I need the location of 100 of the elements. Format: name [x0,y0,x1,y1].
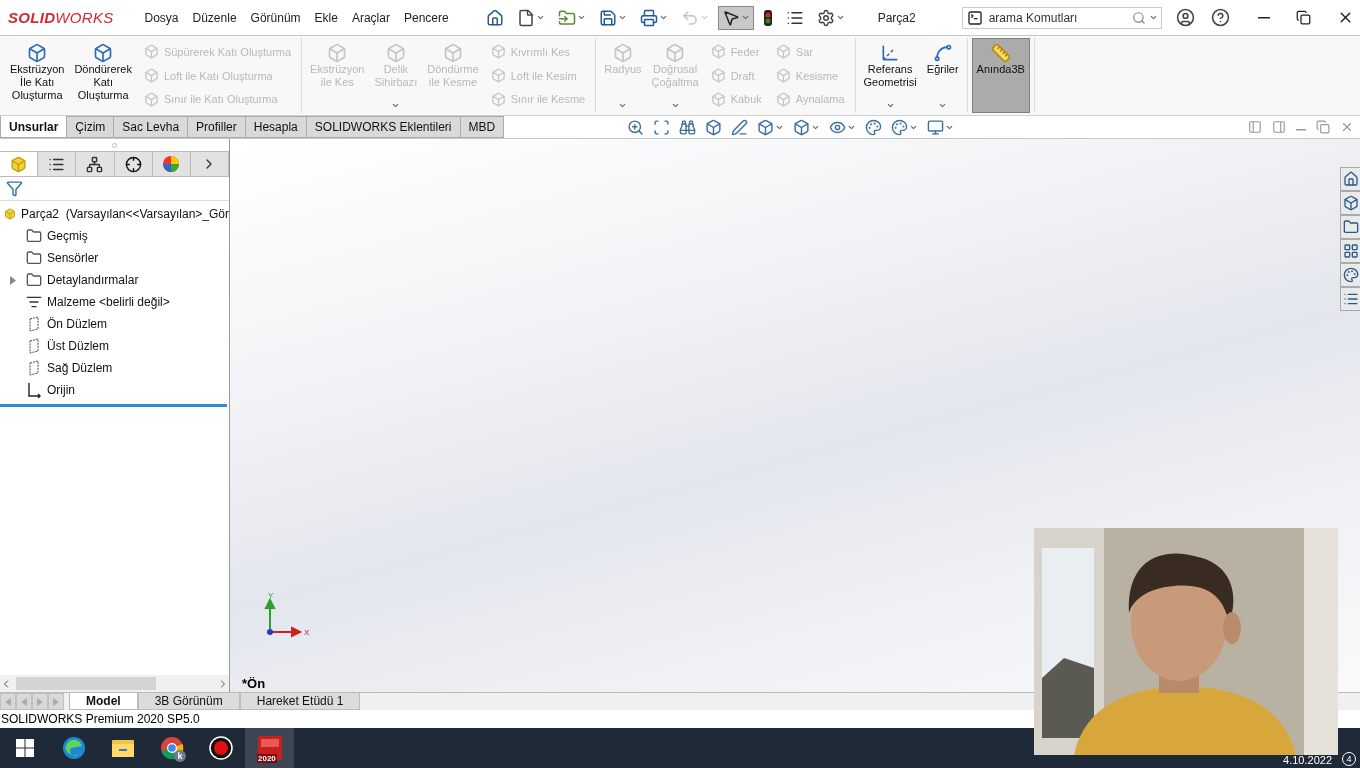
ribbon-button[interactable]: Döndürerek Katı Oluşturma [70,38,136,113]
pointer-icon [721,8,740,27]
scrollbar[interactable] [0,675,229,692]
grid-icon [1343,243,1359,259]
profile-badge: k [174,750,186,762]
ribbon-button[interactable]: Eğriler [922,38,963,113]
scroll-thumb[interactable] [16,677,156,690]
arrow-icon [5,697,11,706]
model-tab[interactable]: Hareket Etüdü 1 [239,693,361,710]
app-logo-icon [256,735,283,761]
task-pane-tab[interactable] [1340,215,1360,239]
folder-icon [26,228,42,244]
app-logo: SOLIDWORKS [8,9,114,26]
toolbar-button[interactable] [717,5,754,30]
palette-icon [865,118,883,136]
zoom-area-icon [653,118,671,136]
close-icon[interactable] [1340,120,1354,134]
menu-item[interactable]: Ekle [307,10,345,25]
cube-icon [27,43,48,63]
tree-item[interactable]: Orijin [47,383,75,397]
tree-item[interactable]: Üst Düzlem [47,339,109,353]
cube-icon [775,44,791,60]
tree-item[interactable]: Malzeme <belirli değil> [47,295,170,309]
task-pane-tab[interactable] [1340,263,1360,287]
plane-icon [26,316,42,332]
cube-icon [612,43,633,63]
model-tab[interactable]: Model [69,693,138,710]
cube-icon [385,43,406,63]
minimize-icon [1257,16,1270,19]
cube-icon [757,118,775,136]
cube-icon [490,91,506,107]
menu-item[interactable]: Pencere [396,10,456,25]
folder-icon [557,8,576,27]
menu-item[interactable]: Görünüm [243,10,308,25]
arrow-icon [53,697,59,706]
tree-item[interactable]: Sağ Düzlem [47,361,113,375]
expand-arrow-icon[interactable] [9,275,16,285]
arrow-icon [21,697,27,706]
color-wheel-icon [162,155,181,173]
taskbar-app[interactable]: 2020 [245,728,294,768]
tree-item[interactable]: Detaylandırmalar [47,273,139,287]
terminal-icon [966,9,983,26]
panel-tab[interactable] [38,152,77,176]
caret-icon [617,13,627,22]
ribbon-button[interactable]: Ekstrüzyon İle Katı Oluşturma [6,38,69,113]
search-field[interactable]: arama Komutları [961,6,1162,29]
tree-item[interactable]: Geçmiş [47,229,88,243]
command-tab[interactable]: Unsurlar [0,116,68,138]
tile-left-icon[interactable] [1248,120,1262,134]
tree-item[interactable]: Parça2 (Varsayılan<<Varsayılan>_Gör [21,207,229,221]
command-tab[interactable]: Profiller [187,116,246,138]
record-icon [208,736,233,760]
tree-item[interactable]: Ön Düzlem [47,317,108,331]
taskbar-app[interactable]: k [147,728,196,768]
home-icon [1343,171,1359,187]
help-icon [1210,8,1230,27]
cube-icon [710,68,726,83]
caret-icon [670,101,680,110]
folder-icon [26,250,42,266]
caret-icon [740,13,750,22]
restore-icon[interactable] [1316,120,1330,134]
chrome-icon [159,736,184,760]
command-tab[interactable]: Hesapla [244,116,307,138]
task-pane-tab[interactable] [1340,287,1360,311]
ribbon-button[interactable]: Referans Geometrisi [859,38,921,113]
panel-tab[interactable] [76,152,115,176]
cube-icon [442,43,463,63]
command-tab[interactable]: MBD [459,116,505,138]
restore-icon [1295,10,1311,25]
binoculars-icon [679,118,697,136]
menu-item[interactable]: Düzenle [185,10,244,25]
model-tab[interactable]: 3B Görünüm [137,693,240,710]
task-pane-tab[interactable] [1340,167,1360,191]
menu-item[interactable]: Dosya [137,10,186,25]
home-icon [485,8,504,27]
filter-icon[interactable] [6,180,23,197]
cube-icon [490,44,506,60]
cube-icon [143,68,159,83]
traffic-light-icon [762,9,773,26]
command-tab[interactable]: Sac Levha [113,116,189,138]
tile-right-icon[interactable] [1272,120,1286,134]
menu-item[interactable]: Araçlar [344,10,397,25]
ribbon-button[interactable]: Anında3B [971,38,1030,113]
list-icon [26,294,42,310]
cube-icon [705,118,723,136]
task-pane-tab[interactable] [1340,239,1360,263]
tree-item[interactable]: Sensörler [47,251,99,265]
task-pane-tab[interactable] [1340,191,1360,215]
cube-icon [10,155,28,173]
cube-icon [1343,195,1359,211]
pencil-icon [731,118,749,136]
caret-icon [618,101,628,110]
panel-tab[interactable] [114,152,153,176]
plane-icon [26,360,42,376]
cube-icon [327,43,348,63]
command-tab[interactable]: SOLIDWORKS Eklentileri [305,116,461,138]
command-tab[interactable]: Çizim [66,116,115,138]
status-text: SOLIDWORKS Premium 2020 SP5.0 [0,711,201,728]
folder-icon [1343,219,1359,235]
ruler-icon [990,43,1011,63]
